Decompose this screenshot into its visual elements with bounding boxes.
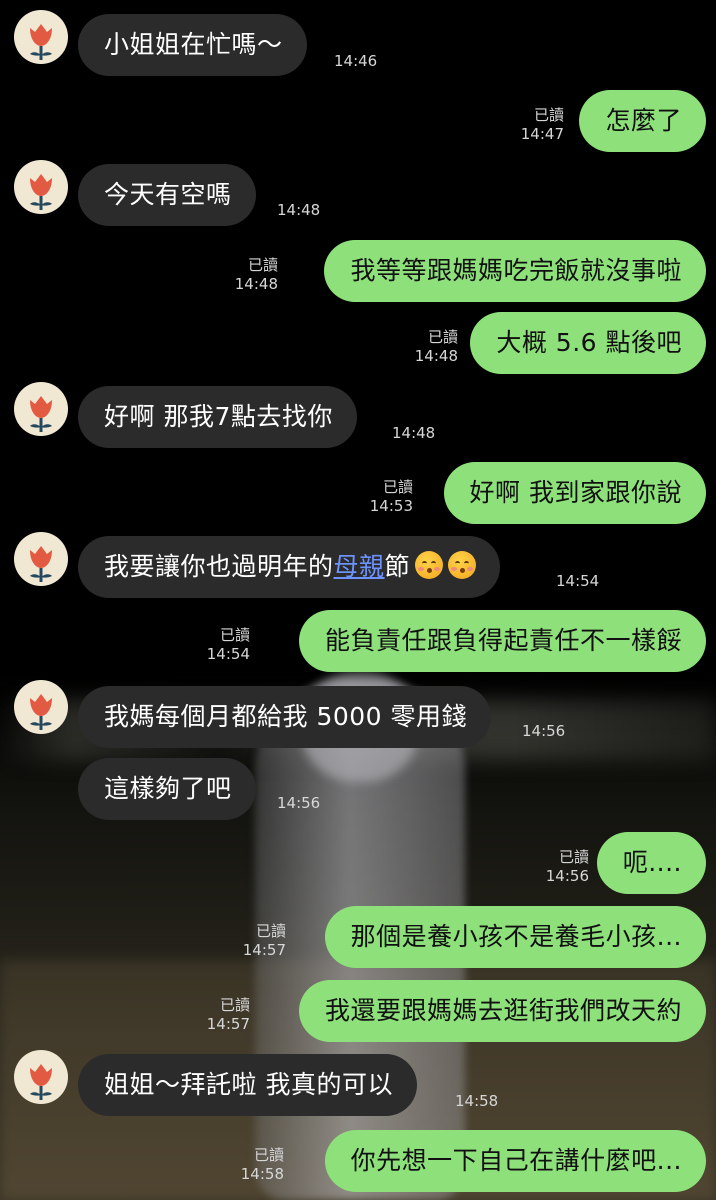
message-meta: 已讀 14:54 xyxy=(207,626,250,664)
read-receipt: 已讀 xyxy=(247,256,278,274)
message-meta: 已讀 14:57 xyxy=(243,922,286,960)
outgoing-message[interactable]: 我等等跟媽媽吃完飯就沒事啦 xyxy=(324,240,706,302)
outgoing-message[interactable]: 大概 5.6 點後吧 xyxy=(470,312,706,374)
message-meta: 已讀 14:57 xyxy=(207,996,250,1034)
read-receipt: 已讀 xyxy=(427,328,458,346)
message-time: 14:58 xyxy=(455,1092,499,1110)
red-flower-icon xyxy=(30,694,52,730)
message-meta: 已讀 14:58 xyxy=(241,1146,284,1184)
outgoing-message[interactable]: 好啊 我到家跟你說 xyxy=(443,462,706,524)
incoming-message[interactable]: 姐姐～拜託啦 我真的可以 xyxy=(78,1054,417,1116)
message-time: 14:54 xyxy=(206,645,250,663)
read-receipt: 已讀 xyxy=(219,996,250,1014)
message-time: 14:58 xyxy=(240,1165,284,1183)
red-flower-icon xyxy=(30,24,52,60)
red-flower-icon xyxy=(30,1064,52,1100)
message-time: 14:56 xyxy=(277,794,321,812)
message-time: 14:48 xyxy=(414,347,458,365)
contact-avatar[interactable] xyxy=(14,532,68,586)
message-text: 我要讓你也過明年的 xyxy=(104,552,334,581)
message-meta: 已讀 14:48 xyxy=(235,256,278,294)
read-receipt: 已讀 xyxy=(533,106,564,124)
outgoing-message[interactable]: 呃.... xyxy=(596,832,706,894)
outgoing-message[interactable]: 我還要跟媽媽去逛街我們改天約 xyxy=(298,980,706,1042)
message-time: 14:57 xyxy=(206,1015,250,1033)
incoming-message[interactable]: 今天有空嗎 xyxy=(78,164,256,226)
read-receipt: 已讀 xyxy=(219,626,250,644)
message-meta: 已讀 14:56 xyxy=(546,848,589,886)
outgoing-message[interactable]: 你先想一下自己在講什麼吧... xyxy=(324,1130,706,1192)
read-receipt: 已讀 xyxy=(255,922,286,940)
message-time: 14:47 xyxy=(520,125,564,143)
message-time: 14:46 xyxy=(334,52,378,70)
contact-avatar[interactable] xyxy=(14,680,68,734)
message-link[interactable]: 母親 xyxy=(334,552,385,581)
message-meta: 已讀 14:48 xyxy=(415,328,458,366)
message-time: 14:48 xyxy=(392,424,436,442)
message-text: 節 xyxy=(384,552,411,581)
incoming-message[interactable]: 我媽每個月都給我 5000 零用錢 xyxy=(78,686,492,748)
red-flower-icon xyxy=(30,546,52,582)
read-receipt: 已讀 xyxy=(382,478,413,496)
message-time: 14:56 xyxy=(522,722,566,740)
red-flower-icon xyxy=(30,174,52,210)
red-flower-icon xyxy=(30,396,52,432)
chat-message-list[interactable]: 小姐姐在忙嗎～ 14:46 已讀 14:47 怎麼了 今天有空嗎 14:48 已… xyxy=(0,0,716,1200)
message-meta: 已讀 14:53 xyxy=(370,478,413,516)
message-time: 14:57 xyxy=(242,941,286,959)
outgoing-message[interactable]: 能負責任跟負得起責任不一樣餒 xyxy=(298,610,706,672)
contact-avatar[interactable] xyxy=(14,160,68,214)
outgoing-message[interactable]: 怎麼了 xyxy=(579,90,706,152)
kissing-face-emoji-icon xyxy=(415,551,444,579)
outgoing-message[interactable]: 那個是養小孩不是養毛小孩... xyxy=(324,906,706,968)
incoming-message[interactable]: 這樣夠了吧 xyxy=(78,758,256,820)
message-time: 14:48 xyxy=(234,275,278,293)
message-time: 14:53 xyxy=(369,497,413,515)
read-receipt: 已讀 xyxy=(558,848,589,866)
contact-avatar[interactable] xyxy=(14,1050,68,1104)
message-time: 14:56 xyxy=(545,867,589,885)
incoming-message[interactable]: 我要讓你也過明年的母親節 xyxy=(78,536,501,598)
read-receipt: 已讀 xyxy=(253,1146,284,1164)
contact-avatar[interactable] xyxy=(14,10,68,64)
incoming-message[interactable]: 小姐姐在忙嗎～ xyxy=(78,14,307,76)
message-time: 14:54 xyxy=(556,572,600,590)
message-time: 14:48 xyxy=(277,201,321,219)
contact-avatar[interactable] xyxy=(14,382,68,436)
message-meta: 已讀 14:47 xyxy=(521,106,564,144)
kissing-face-emoji-icon xyxy=(448,551,477,579)
incoming-message[interactable]: 好啊 那我7點去找你 xyxy=(78,386,357,448)
